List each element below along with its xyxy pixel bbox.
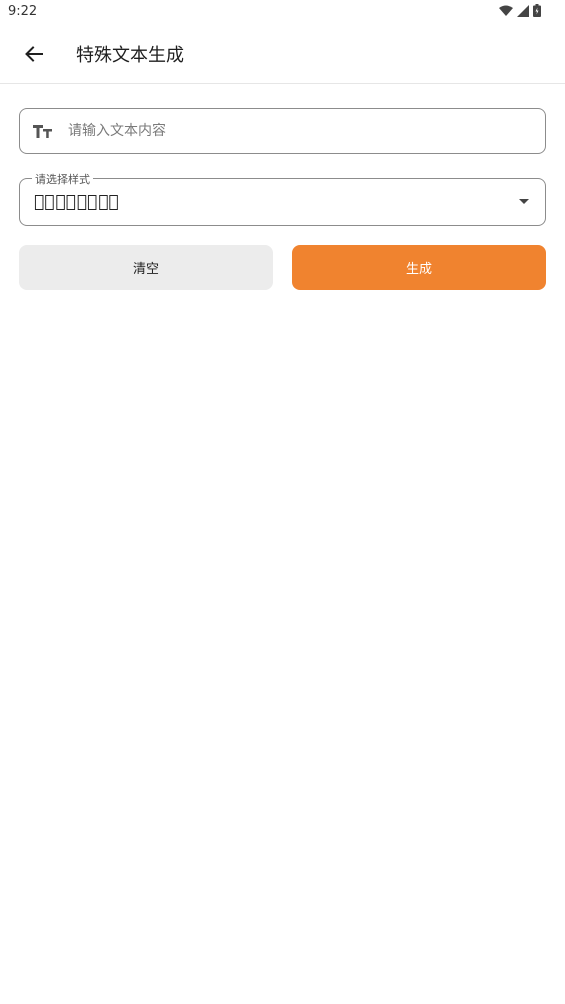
wifi-icon — [499, 5, 513, 16]
back-arrow-icon — [25, 46, 43, 62]
text-format-icon — [33, 125, 52, 138]
page-title: 特殊文本生成 — [76, 45, 184, 66]
text-input-field[interactable] — [19, 108, 546, 154]
generate-button[interactable]: 生成 — [292, 245, 546, 290]
style-select-label: 请选择样式 — [32, 171, 93, 187]
dropdown-arrow-icon[interactable] — [519, 199, 529, 205]
status-time: 9:22 — [8, 4, 38, 19]
battery-icon — [533, 4, 541, 17]
style-select-value: 测⃠试⃠测⃠试⃠ — [34, 192, 120, 212]
app-bar: 特殊文本生成 — [0, 24, 565, 84]
status-icons — [499, 4, 541, 17]
signal-icon — [517, 4, 529, 17]
text-input[interactable] — [68, 109, 533, 153]
status-bar: 9:22 — [0, 0, 565, 24]
style-select[interactable]: 请选择样式 测⃠试⃠测⃠试⃠ — [19, 171, 546, 226]
back-button[interactable] — [18, 38, 50, 70]
clear-button[interactable]: 清空 — [19, 245, 273, 290]
